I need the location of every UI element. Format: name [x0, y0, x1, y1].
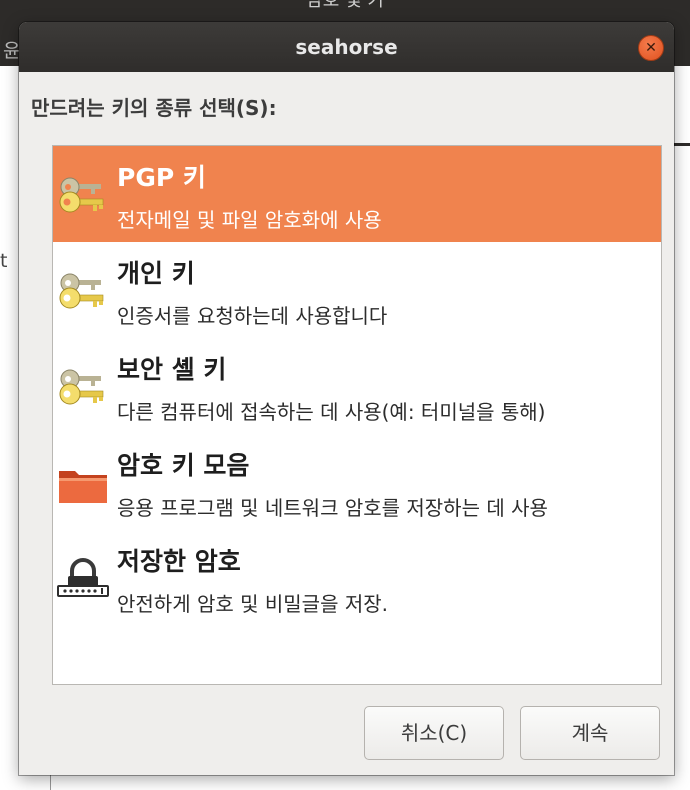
item-name: 개인 키 [117, 259, 195, 288]
item-name: 저장한 암호 [117, 547, 241, 576]
prompt-label: 만드려는 키의 종류 선택(S): [31, 96, 277, 120]
item-description: 안전하게 암호 및 비밀글을 저장. [117, 592, 388, 616]
item-name: 보안 셸 키 [117, 355, 227, 384]
cancel-button[interactable]: 취소(C) [364, 706, 504, 760]
close-icon: ✕ [645, 40, 657, 56]
list-item-stored-password[interactable]: 저장한 암호 안전하게 암호 및 비밀글을 저장. [53, 530, 661, 626]
keys-icon [59, 177, 104, 213]
list-item-pgp-key[interactable]: PGP 키 전자메일 및 파일 암호화에 사용 [53, 146, 661, 242]
item-description: 인증서를 요청하는데 사용합니다 [117, 304, 388, 328]
background-text-fragment: 윤 [3, 40, 21, 62]
background-text-fragment: t [0, 250, 8, 272]
password-lock-icon [57, 558, 109, 597]
continue-button[interactable]: 계속 [520, 706, 660, 760]
dialog-titlebar[interactable]: seahorse ✕ [19, 22, 674, 72]
close-button[interactable]: ✕ [638, 35, 664, 61]
new-item-dialog: seahorse ✕ 만드려는 키의 종류 선택(S): PGP 키 전자메일 … [19, 22, 674, 775]
item-name: 암호 키 모음 [117, 451, 250, 480]
item-name: PGP 키 [117, 163, 206, 192]
folder-icon [59, 471, 107, 503]
background-window-title: 암호 및 키 [306, 0, 384, 11]
keys-icon [59, 369, 104, 405]
dialog-title: seahorse [295, 35, 398, 59]
list-item-personal-key[interactable]: 개인 키 인증서를 요청하는데 사용합니다 [53, 242, 661, 338]
list-item-ssh-key[interactable]: 보안 셸 키 다른 컴퓨터에 접속하는 데 사용(예: 터미널을 통해) [53, 338, 661, 434]
keys-icon [59, 273, 104, 309]
item-description: 전자메일 및 파일 암호화에 사용 [117, 208, 382, 232]
item-description: 응용 프로그램 및 네트워크 암호를 저장하는 데 사용 [117, 496, 548, 520]
item-description: 다른 컴퓨터에 접속하는 데 사용(예: 터미널을 통해) [117, 400, 546, 424]
item-type-list[interactable]: PGP 키 전자메일 및 파일 암호화에 사용 개인 키 인증서를 요청하는데 … [52, 145, 662, 685]
list-item-keyring[interactable]: 암호 키 모음 응용 프로그램 및 네트워크 암호를 저장하는 데 사용 [53, 434, 661, 530]
